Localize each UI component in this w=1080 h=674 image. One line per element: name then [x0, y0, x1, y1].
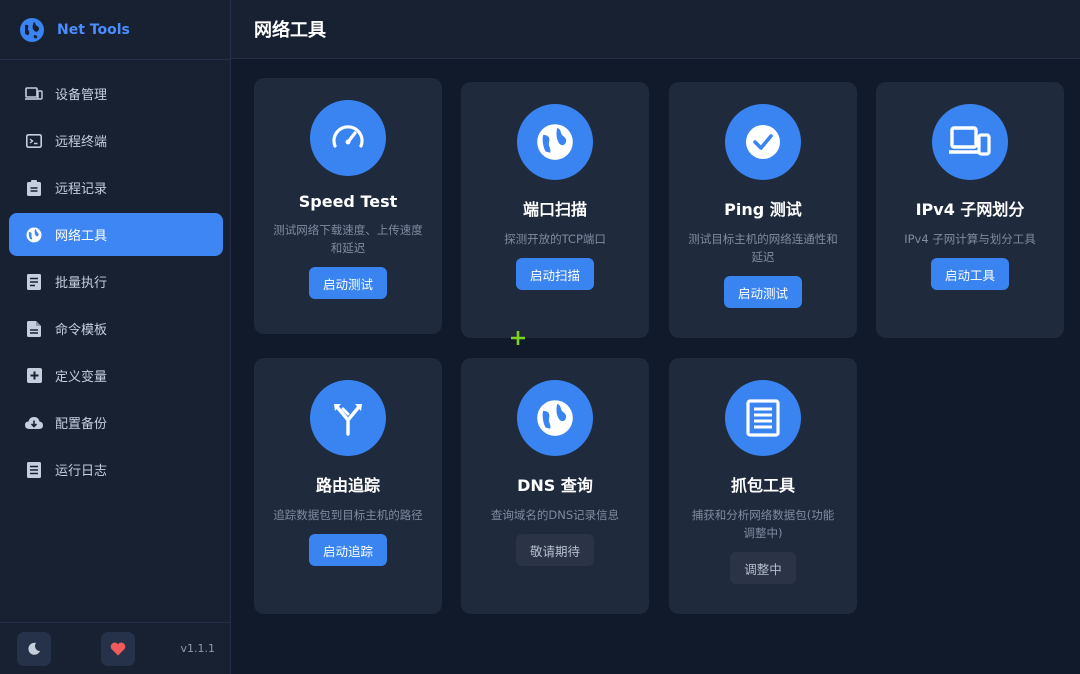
sidebar-item-label: 配置备份	[55, 417, 108, 432]
sidebar-item-label: 远程记录	[55, 182, 108, 197]
devices-icon	[25, 85, 43, 103]
favorite-button[interactable]	[101, 632, 135, 666]
tool-card-dns-query: DNS 查询 查询域名的DNS记录信息 敬请期待	[461, 358, 649, 614]
sidebar-item-label: 命令模板	[55, 323, 108, 338]
moon-icon	[28, 642, 40, 655]
list-icon	[25, 273, 43, 291]
tool-description: IPv4 子网计算与划分工具	[904, 232, 1036, 246]
start-ping-button[interactable]: 启动测试	[723, 276, 802, 308]
tool-title: Speed Test	[298, 192, 398, 211]
tool-card-traceroute: 路由追踪 追踪数据包到目标主机的路径 启动追踪	[254, 358, 442, 614]
document-icon	[25, 320, 43, 338]
tool-description: 捕获和分析网络数据包(功能调整中)	[691, 508, 835, 540]
globe-icon	[517, 104, 593, 180]
tool-title: Ping 测试	[724, 200, 802, 219]
tool-title: 路由追踪	[315, 476, 380, 495]
globe-logo-icon	[20, 17, 44, 42]
globe-icon	[25, 226, 43, 244]
start-traceroute-button[interactable]: 启动追踪	[308, 534, 387, 566]
sidebar-item-label: 远程终端	[55, 135, 108, 150]
sidebar-item-network-tools[interactable]: 网络工具	[9, 213, 223, 256]
sidebar: Net Tools 设备管理 远程终端 远程记录 网络工具 批量执行 命令模板 …	[0, 0, 231, 674]
cloud-download-icon	[25, 414, 43, 432]
sidebar-item-terminal[interactable]: 远程终端	[9, 119, 223, 162]
header: 网络工具	[231, 0, 1080, 59]
start-port-scan-button[interactable]: 启动扫描	[515, 258, 594, 290]
sidebar-item-devices[interactable]: 设备管理	[9, 72, 223, 115]
speedometer-icon	[310, 100, 386, 176]
sidebar-item-templates[interactable]: 命令模板	[9, 307, 223, 350]
tool-description: 追踪数据包到目标主机的路径	[273, 508, 423, 522]
mouse-cursor-crosshair-icon	[511, 331, 525, 345]
route-fork-icon	[310, 380, 386, 456]
sidebar-item-records[interactable]: 远程记录	[9, 166, 223, 209]
sidebar-item-label: 运行日志	[55, 464, 108, 479]
sidebar-item-logs[interactable]: 运行日志	[9, 448, 223, 491]
adjusting-button[interactable]: 调整中	[730, 552, 796, 584]
start-speed-test-button[interactable]: 启动测试	[308, 267, 387, 299]
check-icon	[725, 104, 801, 180]
brand[interactable]: Net Tools	[0, 0, 230, 60]
tool-description: 探测开放的TCP端口	[504, 232, 606, 246]
plus-box-icon	[25, 367, 43, 385]
clipboard-icon	[25, 179, 43, 197]
sidebar-footer: v1.1.1	[0, 622, 231, 674]
app-version: v1.1.1	[180, 642, 216, 655]
page-title: 网络工具	[254, 20, 326, 41]
tool-card-speed-test: Speed Test 测试网络下载速度、上传速度和延迟 启动测试	[254, 78, 442, 334]
theme-toggle-button[interactable]	[17, 632, 51, 666]
sidebar-item-label: 设备管理	[55, 88, 108, 103]
tool-description: 测试目标主机的网络连通性和延迟	[688, 232, 838, 264]
packet-list-icon	[725, 380, 801, 456]
sidebar-item-variables[interactable]: 定义变量	[9, 354, 223, 397]
tool-title: 端口扫描	[522, 200, 587, 219]
devices-icon	[932, 104, 1008, 180]
tool-title: 抓包工具	[730, 476, 795, 495]
terminal-icon	[25, 132, 43, 150]
start-subnet-tool-button[interactable]: 启动工具	[930, 258, 1009, 290]
sidebar-item-backup[interactable]: 配置备份	[9, 401, 223, 444]
heart-icon	[110, 642, 126, 656]
tool-title: IPv4 子网划分	[915, 200, 1025, 219]
sidebar-item-label: 批量执行	[55, 276, 108, 291]
log-icon	[25, 461, 43, 479]
tool-card-port-scan: 端口扫描 探测开放的TCP端口 启动扫描	[461, 82, 649, 338]
app-name: Net Tools	[57, 21, 130, 38]
tool-description: 测试网络下载速度、上传速度和延迟	[273, 223, 423, 255]
tool-description: 查询域名的DNS记录信息	[490, 508, 620, 522]
tool-card-packet-capture: 抓包工具 捕获和分析网络数据包(功能调整中) 调整中	[669, 358, 857, 614]
sidebar-item-label: 网络工具	[55, 229, 108, 244]
sidebar-item-label: 定义变量	[55, 370, 108, 385]
globe-icon	[517, 380, 593, 456]
coming-soon-button[interactable]: 敬请期待	[515, 534, 594, 566]
tool-card-ipv4-subnet: IPv4 子网划分 IPv4 子网计算与划分工具 启动工具	[876, 82, 1064, 338]
tool-card-ping: Ping 测试 测试目标主机的网络连通性和延迟 启动测试	[669, 82, 857, 338]
sidebar-item-batch[interactable]: 批量执行	[9, 260, 223, 303]
tool-title: DNS 查询	[517, 476, 593, 495]
